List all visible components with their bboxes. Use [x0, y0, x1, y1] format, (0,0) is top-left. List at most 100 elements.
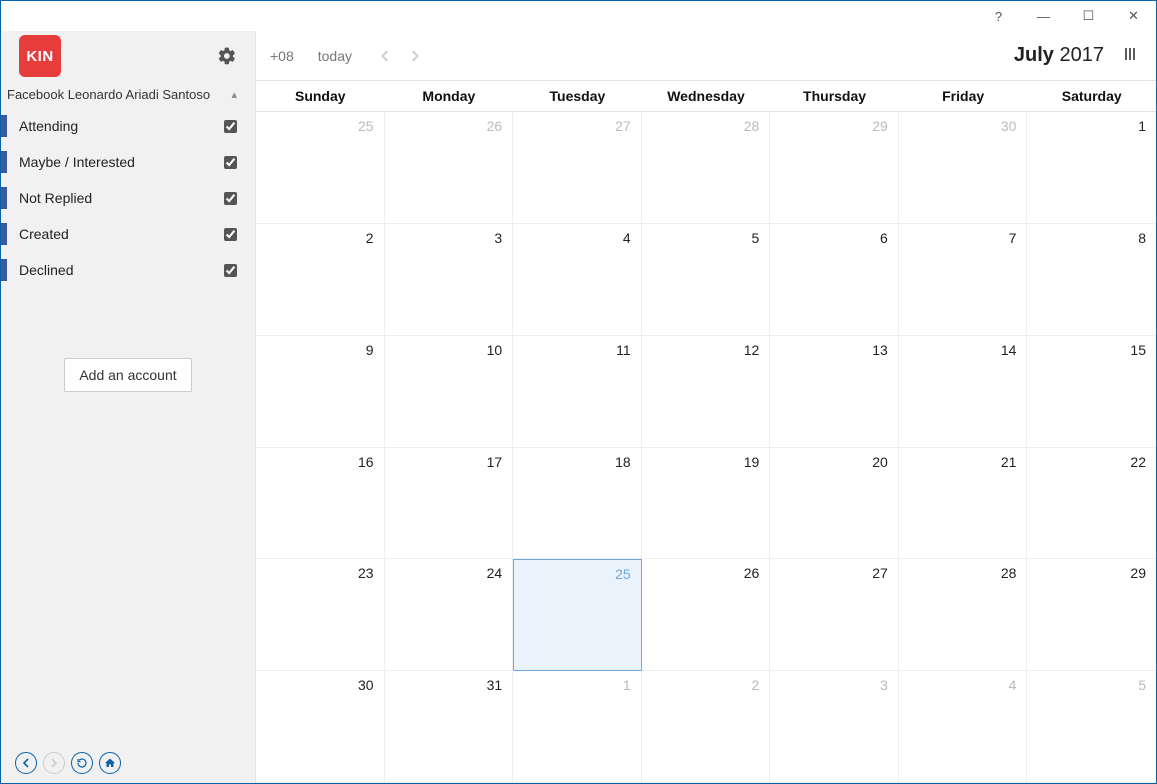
- calendar-cell[interactable]: 23: [256, 559, 385, 671]
- calendar-cell[interactable]: 13: [770, 336, 899, 448]
- calendar-cell[interactable]: 31: [385, 671, 514, 783]
- calendar-cell[interactable]: 14: [899, 336, 1028, 448]
- year-label: 2017: [1060, 44, 1105, 66]
- calendar-cell[interactable]: 3: [770, 671, 899, 783]
- calendar-cell[interactable]: 21: [899, 448, 1028, 560]
- filter-checkbox[interactable]: [224, 264, 237, 277]
- view-switch-button[interactable]: [1122, 46, 1138, 65]
- toolbar: +08 today July 2017: [256, 31, 1156, 81]
- day-number: 5: [1138, 677, 1146, 693]
- day-number: 4: [623, 230, 631, 246]
- day-number: 3: [494, 230, 502, 246]
- calendar-cell[interactable]: 4: [899, 671, 1028, 783]
- filter-checkbox[interactable]: [224, 192, 237, 205]
- day-number: 5: [751, 230, 759, 246]
- calendar-cell[interactable]: 28: [899, 559, 1028, 671]
- filter-checkbox[interactable]: [224, 228, 237, 241]
- timezone-button[interactable]: +08: [270, 48, 294, 64]
- calendar-cell[interactable]: 17: [385, 448, 514, 560]
- calendar-cell[interactable]: 25: [513, 559, 642, 671]
- minimize-button[interactable]: —: [1021, 1, 1066, 31]
- day-number: 20: [872, 454, 888, 470]
- nav-back-button[interactable]: [15, 752, 37, 774]
- calendar-cell[interactable]: 18: [513, 448, 642, 560]
- day-of-week: Monday: [385, 81, 514, 111]
- calendar-cell[interactable]: 4: [513, 224, 642, 336]
- calendar-cell[interactable]: 19: [642, 448, 771, 560]
- home-button[interactable]: [99, 752, 121, 774]
- filter-color-bar: [1, 115, 7, 137]
- reload-icon: [76, 757, 88, 769]
- day-of-week: Saturday: [1027, 81, 1156, 111]
- calendar-cell[interactable]: 26: [385, 112, 514, 224]
- filter-row[interactable]: Maybe / Interested: [1, 144, 255, 180]
- filter-color-bar: [1, 187, 7, 209]
- prev-month-button[interactable]: [370, 41, 400, 71]
- calendar-cell[interactable]: 11: [513, 336, 642, 448]
- filter-row[interactable]: Attending: [1, 108, 255, 144]
- day-number: 18: [615, 454, 631, 470]
- filter-label: Not Replied: [19, 190, 92, 206]
- next-month-button[interactable]: [400, 41, 430, 71]
- day-of-week: Friday: [899, 81, 1028, 111]
- calendar-cell[interactable]: 1: [1027, 112, 1156, 224]
- calendar-cell[interactable]: 20: [770, 448, 899, 560]
- columns-icon: [1122, 46, 1138, 62]
- calendar-cell[interactable]: 5: [1027, 671, 1156, 783]
- filter-label: Declined: [19, 262, 73, 278]
- calendar-cell[interactable]: 3: [385, 224, 514, 336]
- calendar-cell[interactable]: 28: [642, 112, 771, 224]
- day-number: 29: [872, 118, 888, 134]
- calendar-cell[interactable]: 30: [256, 671, 385, 783]
- calendar-cell[interactable]: 22: [1027, 448, 1156, 560]
- settings-button[interactable]: [217, 46, 237, 66]
- calendar-cell[interactable]: 12: [642, 336, 771, 448]
- calendar-cell[interactable]: 6: [770, 224, 899, 336]
- day-number: 6: [880, 230, 888, 246]
- filter-checkbox[interactable]: [224, 156, 237, 169]
- calendar-cell[interactable]: 15: [1027, 336, 1156, 448]
- filter-row[interactable]: Not Replied: [1, 180, 255, 216]
- day-number: 7: [1009, 230, 1017, 246]
- chevron-left-icon: [379, 50, 391, 62]
- account-header[interactable]: Facebook Leonardo Ariadi Santoso ▴: [1, 81, 255, 108]
- calendar-cell[interactable]: 26: [642, 559, 771, 671]
- add-account-button[interactable]: Add an account: [64, 358, 191, 392]
- filter-row[interactable]: Created: [1, 216, 255, 252]
- today-button[interactable]: today: [318, 48, 352, 64]
- account-name: Facebook Leonardo Ariadi Santoso: [7, 87, 210, 102]
- day-number: 25: [358, 118, 374, 134]
- filter-list: Attending Maybe / Interested Not Replied Cr…: [1, 108, 255, 288]
- close-button[interactable]: ✕: [1111, 1, 1156, 31]
- filter-label: Maybe / Interested: [19, 154, 135, 170]
- day-number: 23: [358, 565, 374, 581]
- calendar-cell[interactable]: 25: [256, 112, 385, 224]
- calendar-cell[interactable]: 7: [899, 224, 1028, 336]
- filter-color-bar: [1, 259, 7, 281]
- calendar-cell[interactable]: 24: [385, 559, 514, 671]
- filter-checkbox[interactable]: [224, 120, 237, 133]
- calendar-cell[interactable]: 2: [256, 224, 385, 336]
- day-number: 14: [1001, 342, 1017, 358]
- calendar-cell[interactable]: 8: [1027, 224, 1156, 336]
- calendar-cell[interactable]: 1: [513, 671, 642, 783]
- titlebar: ? — ☐ ✕: [1, 1, 1156, 31]
- help-button[interactable]: ?: [976, 1, 1021, 31]
- calendar-grid: 2526272829301234567891011121314151617181…: [256, 112, 1156, 783]
- day-number: 2: [366, 230, 374, 246]
- calendar-cell[interactable]: 9: [256, 336, 385, 448]
- calendar-cell[interactable]: 27: [513, 112, 642, 224]
- calendar-cell[interactable]: 27: [770, 559, 899, 671]
- calendar-cell[interactable]: 2: [642, 671, 771, 783]
- calendar-cell[interactable]: 16: [256, 448, 385, 560]
- calendar-cell[interactable]: 5: [642, 224, 771, 336]
- calendar-cell[interactable]: 10: [385, 336, 514, 448]
- filter-row[interactable]: Declined: [1, 252, 255, 288]
- reload-button[interactable]: [71, 752, 93, 774]
- app-logo: KIN: [19, 35, 61, 77]
- calendar-cell[interactable]: 30: [899, 112, 1028, 224]
- calendar-cell[interactable]: 29: [1027, 559, 1156, 671]
- calendar-cell[interactable]: 29: [770, 112, 899, 224]
- chevron-up-icon: ▴: [231, 88, 237, 101]
- maximize-button[interactable]: ☐: [1066, 1, 1111, 31]
